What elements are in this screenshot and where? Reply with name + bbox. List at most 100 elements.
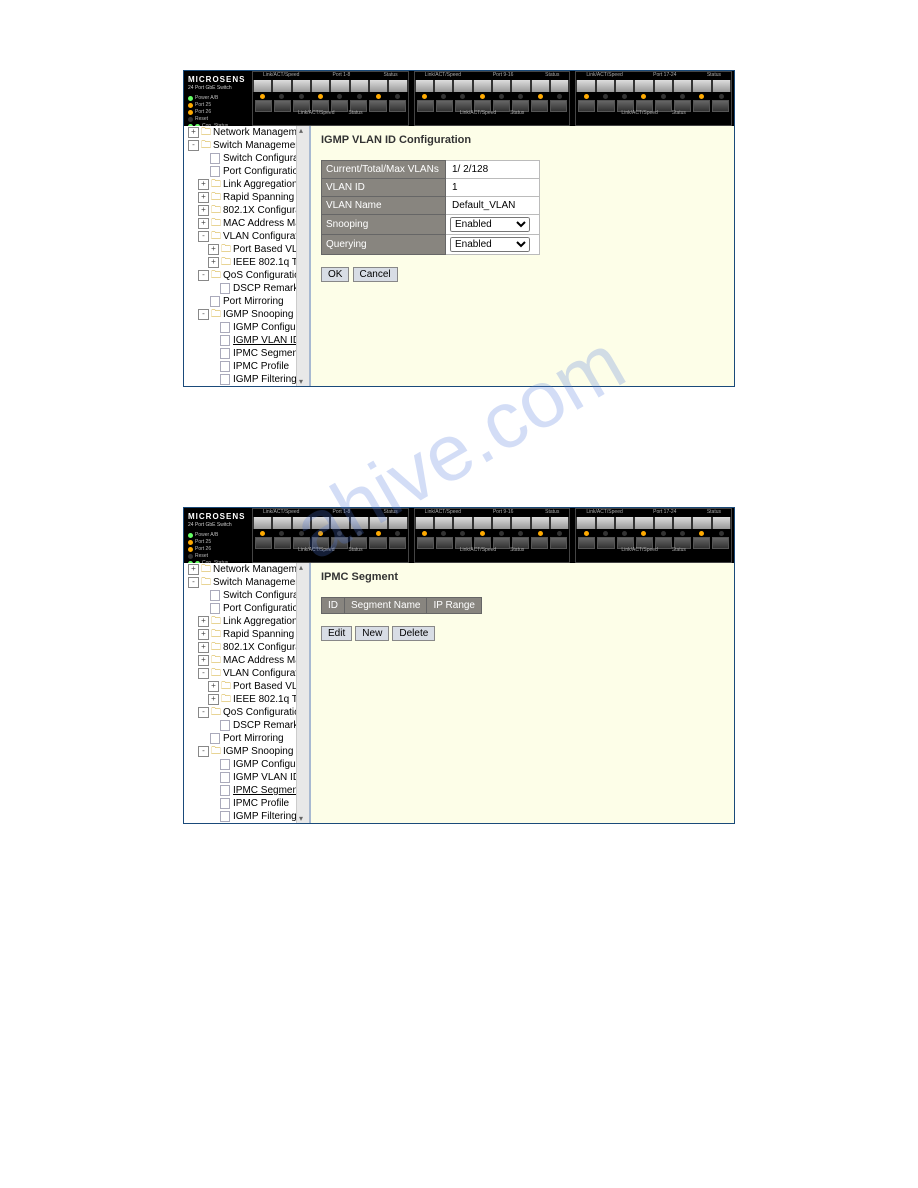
tree-item[interactable]: +🗀Port Based VLAN <box>188 243 309 256</box>
new-button[interactable]: New <box>355 626 389 641</box>
tree-item[interactable]: -🗀VLAN Configuration <box>188 230 309 243</box>
config-input[interactable] <box>450 199 532 212</box>
sfp-port <box>712 537 729 549</box>
config-input[interactable] <box>450 181 532 194</box>
status-led: Port 25 <box>188 102 228 109</box>
port-led <box>499 94 504 99</box>
tree-item[interactable]: +🗀Link Aggregation <box>188 178 309 191</box>
expand-toggle[interactable]: + <box>198 179 209 190</box>
delete-button[interactable]: Delete <box>392 626 435 641</box>
tree-item[interactable]: Port Mirroring <box>188 732 309 745</box>
tree-item[interactable]: +🗀IEEE 802.1q Tag VLAN <box>188 693 309 706</box>
tree-item[interactable]: +🗀Port Based VLAN <box>188 680 309 693</box>
config-select[interactable]: Enabled <box>450 237 530 252</box>
tree-item[interactable]: -🗀Switch Management <box>188 139 309 152</box>
expand-toggle[interactable]: + <box>198 205 209 216</box>
tree-item[interactable]: +🗀802.1X Configuration <box>188 204 309 217</box>
tree-item[interactable]: -🗀QoS Configuration <box>188 706 309 719</box>
expand-toggle[interactable]: - <box>198 309 209 320</box>
config-select[interactable]: Enabled <box>450 217 530 232</box>
tree-item[interactable]: IPMC Segment <box>188 784 309 797</box>
port-group: Link/ACT/SpeedPort 17-24StatusLink/ACT/S… <box>575 71 732 126</box>
tree-item[interactable]: -🗀QoS Configuration <box>188 269 309 282</box>
expand-toggle[interactable]: + <box>208 257 219 268</box>
tree-item[interactable]: +🗀MAC Address Management <box>188 217 309 230</box>
tree-item[interactable]: IPMC Profile <box>188 360 309 373</box>
ok-button[interactable]: OK <box>321 267 349 282</box>
rj45-port <box>253 517 272 529</box>
sfp-port <box>597 100 614 112</box>
tree-item[interactable]: IGMP Filtering <box>188 810 309 823</box>
expand-toggle[interactable]: + <box>198 629 209 640</box>
port-led <box>260 531 265 536</box>
expand-toggle[interactable]: + <box>198 192 209 203</box>
nav-tree[interactable]: +🗀Network Management-🗀Switch ManagementS… <box>184 126 311 386</box>
rj45-port <box>654 80 673 92</box>
tree-item[interactable]: +🗀Rapid Spanning Tree <box>188 628 309 641</box>
port-group: Link/ACT/SpeedPort 9-16StatusLink/ACT/Sp… <box>414 508 571 563</box>
main-panel: IGMP VLAN ID Configuration Current/Total… <box>311 126 734 386</box>
folder-icon: 🗀 <box>211 231 221 242</box>
tree-item[interactable]: IGMP Filtering <box>188 373 309 386</box>
expand-toggle[interactable]: + <box>198 616 209 627</box>
tree-item[interactable]: Switch Configuration <box>188 589 309 602</box>
expand-toggle[interactable]: - <box>198 707 209 718</box>
tree-item-label: Link Aggregation <box>223 179 298 190</box>
page-icon <box>210 590 220 601</box>
expand-toggle[interactable]: + <box>208 681 219 692</box>
led-label: Port 25 <box>195 102 211 109</box>
expand-toggle[interactable]: + <box>198 642 209 653</box>
tree-item[interactable]: DSCP Remark <box>188 719 309 732</box>
edit-button[interactable]: Edit <box>321 626 352 641</box>
tree-item[interactable]: +🗀IEEE 802.1q Tag VLAN <box>188 256 309 269</box>
tree-item[interactable]: Switch Configuration <box>188 152 309 165</box>
tree-item[interactable]: +🗀Link Aggregation <box>188 615 309 628</box>
tree-item[interactable]: IPMC Segment <box>188 347 309 360</box>
tree-item[interactable]: IGMP VLAN ID Configuration <box>188 334 309 347</box>
config-input[interactable] <box>450 163 532 176</box>
expand-toggle[interactable]: - <box>198 668 209 679</box>
tree-item[interactable]: Port Mirroring <box>188 295 309 308</box>
tree-item[interactable]: IGMP VLAN ID Configuration <box>188 771 309 784</box>
port-led <box>260 94 265 99</box>
tree-scrollbar[interactable] <box>296 126 309 386</box>
led-dot <box>188 554 193 559</box>
tree-item[interactable]: IPMC Profile <box>188 797 309 810</box>
expand-toggle[interactable]: - <box>198 231 209 242</box>
folder-icon: 🗀 <box>211 205 221 216</box>
sfp-port <box>597 537 614 549</box>
tree-item[interactable]: -🗀Switch Management <box>188 576 309 589</box>
tree-item[interactable]: Port Configuration <box>188 602 309 615</box>
tree-item[interactable]: IGMP Configuration <box>188 758 309 771</box>
port-led <box>680 94 685 99</box>
config-value: Enabled <box>446 235 540 255</box>
expand-toggle[interactable]: + <box>198 218 209 229</box>
tree-item[interactable]: +🗀Network Management <box>188 563 309 576</box>
tree-scrollbar[interactable] <box>296 563 309 823</box>
rj45-port <box>511 517 530 529</box>
expand-toggle[interactable]: - <box>188 577 199 588</box>
tree-item[interactable]: +🗀Rapid Spanning Tree <box>188 191 309 204</box>
expand-toggle[interactable]: - <box>198 270 209 281</box>
nav-tree[interactable]: +🗀Network Management-🗀Switch ManagementS… <box>184 563 311 823</box>
tree-item[interactable]: -🗀IGMP Snooping <box>188 745 309 758</box>
tree-item[interactable]: +🗀Network Management <box>188 126 309 139</box>
expand-toggle[interactable]: + <box>188 564 199 575</box>
config-value <box>446 179 540 197</box>
cancel-button[interactable]: Cancel <box>353 267 398 282</box>
tree-item[interactable]: Port Configuration <box>188 165 309 178</box>
tree-item[interactable]: -🗀IGMP Snooping <box>188 308 309 321</box>
expand-toggle[interactable]: + <box>208 244 219 255</box>
expand-toggle[interactable]: + <box>188 127 199 138</box>
tree-item[interactable]: IGMP Configuration <box>188 321 309 334</box>
expand-toggle[interactable]: - <box>188 140 199 151</box>
tree-item[interactable]: DSCP Remark <box>188 282 309 295</box>
tree-item[interactable]: -🗀VLAN Configuration <box>188 667 309 680</box>
expand-toggle[interactable]: - <box>198 746 209 757</box>
rj45-port <box>654 517 673 529</box>
tree-item[interactable]: +🗀802.1X Configuration <box>188 641 309 654</box>
port-range-label: Port 9-16 <box>493 509 514 517</box>
tree-item[interactable]: +🗀MAC Address Management <box>188 654 309 667</box>
expand-toggle[interactable]: + <box>198 655 209 666</box>
expand-toggle[interactable]: + <box>208 694 219 705</box>
